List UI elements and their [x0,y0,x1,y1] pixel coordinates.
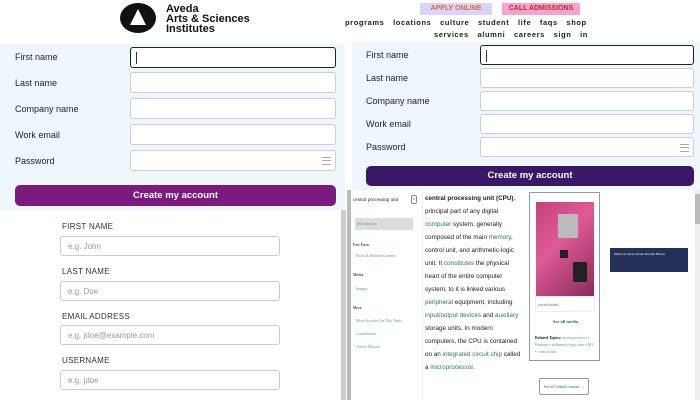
toc-link[interactable]: Contributors [356,331,376,336]
field-label: Work email [15,130,60,140]
field-label: Last name [15,78,58,88]
field-label: EMAIL ADDRESS [62,312,131,321]
collapse-chevron-icon[interactable]: ‹ [411,195,417,204]
field-label: Last name [366,73,409,83]
call-admissions-button[interactable]: CALL ADMISSIONS [502,3,580,15]
signup-form-a: First name Last name Company name Work e… [0,44,345,210]
apply-online-button[interactable]: APPLY ONLINE [420,3,492,15]
first-name-input[interactable] [480,45,694,65]
field-label: First name [15,52,58,62]
scrollbar[interactable] [695,190,700,400]
article-link[interactable]: auxiliary [495,312,518,319]
email-input[interactable]: e.g. jdoe@example.com [60,325,280,345]
toc-link[interactable]: Article History [356,344,380,349]
field-label: Company name [366,96,430,106]
field-label: Password [366,142,406,152]
advertisement-banner[interactable]: Discover more about Abrams Brand [610,248,688,272]
signup-form-c: FIRST NAME e.g. John LAST NAME e.g. Doe … [0,210,346,400]
create-account-button[interactable]: Create my account [366,166,694,186]
field-label: Password [15,156,55,166]
article-link[interactable]: integrated circuit chip [443,351,503,358]
nav-shop[interactable]: shop [566,18,586,27]
create-account-button[interactable]: Create my account [15,185,336,206]
article-body: central processing unit (CPU), principal… [425,195,521,371]
toc-link[interactable]: More Articles On This Topic [356,318,402,323]
see-all-media-link[interactable]: See all media [530,319,601,324]
last-name-input[interactable] [130,72,336,93]
sidebar-title: central processing unit [353,198,399,203]
article-link[interactable]: constitutes [444,260,474,267]
logo-icon[interactable] [120,3,156,33]
nav-faqs[interactable]: faqs [540,18,558,27]
field-label: FIRST NAME [62,222,114,231]
username-input[interactable]: e.g. jdoe [60,370,280,390]
nav-student-life[interactable]: student life [478,18,531,27]
nav-alumni[interactable]: alumni [478,30,506,39]
company-name-input[interactable] [480,91,694,111]
password-input[interactable] [480,137,694,157]
field-label: First name [366,50,409,60]
article-link[interactable]: input/output devices [425,312,481,319]
site-header: Aveda Arts & Sciences Institutes APPLY O… [0,0,700,42]
brand-line: Institutes [166,23,215,35]
article-link[interactable]: peripheral [425,299,453,306]
field-label: LAST NAME [62,267,110,276]
circuit-board-image[interactable] [536,202,594,297]
brand-name: Aveda Arts & Sciences Institutes [166,4,250,35]
scrollbar[interactable] [341,210,346,400]
nav-careers[interactable]: careers [514,30,545,39]
nav-sign-in[interactable]: sign in [554,30,588,39]
toc-link[interactable]: Images [356,286,368,291]
article-link[interactable]: memory [489,234,511,241]
media-card: circuit board See all media Related Topi… [529,192,600,361]
company-name-input[interactable] [130,98,336,119]
article-term: central processing unit (CPU) [425,195,514,202]
toc-heading: Media [353,272,364,277]
password-manager-icon[interactable] [680,144,689,152]
signup-form-b: First name Last name Company name Work e… [352,42,700,190]
password-input[interactable] [130,150,336,171]
first-name-input[interactable]: e.g. John [60,236,280,256]
password-manager-icon[interactable] [322,157,331,165]
work-email-input[interactable] [130,124,336,145]
nav-culture[interactable]: culture [440,18,469,27]
nav-row-1: programs locations culture student life … [345,18,587,27]
work-email-input[interactable] [480,114,694,134]
see-related-content-button[interactable]: See all related content → [539,378,589,395]
related-label: Related Topics: [535,335,562,340]
last-name-input[interactable] [480,68,694,88]
field-label: USERNAME [62,356,110,365]
article-link[interactable]: microprocessor [430,364,473,371]
image-caption: circuit board [535,296,595,312]
nav-programs[interactable]: programs [345,18,384,27]
related-topics: Related Topics: microprocessor • Pentium… [535,334,595,355]
scrollbar[interactable] [347,190,351,400]
field-label: Work email [366,119,411,129]
toc-heading: More [353,305,362,310]
article-link[interactable]: computer [425,221,451,228]
nav-locations[interactable]: locations [393,18,431,27]
last-name-input[interactable]: e.g. Doe [60,281,280,301]
field-label: Company name [15,104,79,114]
nav-row-2: services alumni careers sign in [434,30,588,39]
toc-heading: Fast Facts [353,242,370,247]
toc-introduction[interactable]: Introduction [355,218,413,230]
toc-link[interactable]: Facts & Related Content [356,253,395,258]
first-name-input[interactable] [130,47,336,68]
nav-services[interactable]: services [434,30,469,39]
